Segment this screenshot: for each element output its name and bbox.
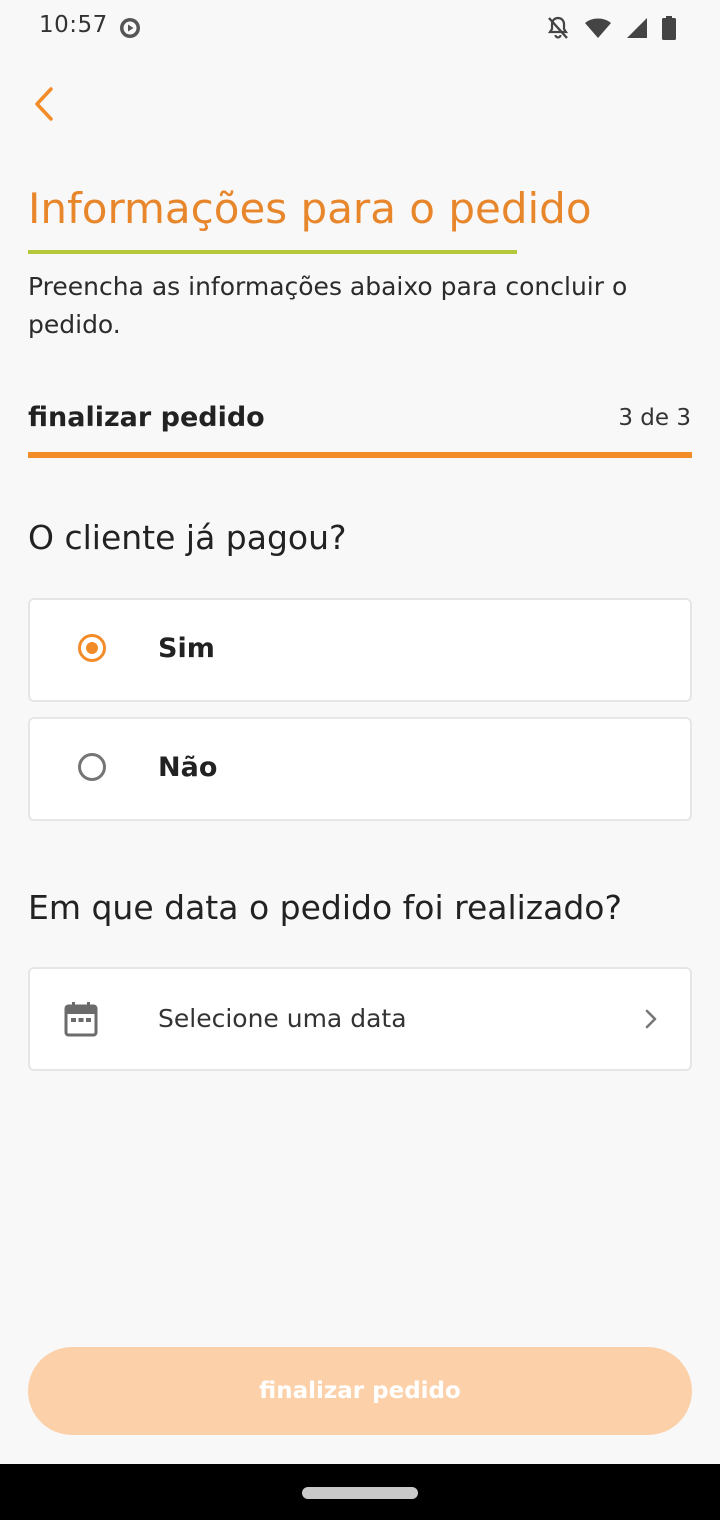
page-subtitle: Preencha as informações abaixo para conc… [28, 272, 628, 339]
calendar-icon [64, 1002, 98, 1037]
option-sim-label: Sim [158, 633, 215, 664]
signal-icon [627, 18, 647, 38]
home-handle[interactable] [302, 1487, 418, 1499]
radio-nao[interactable] [78, 753, 106, 781]
radio-sim[interactable] [78, 634, 106, 662]
chevron-right-icon [645, 1009, 657, 1029]
progress-fill [28, 452, 692, 458]
status-bar: 10:57 [0, 0, 720, 56]
bell-off-icon [547, 16, 569, 39]
payment-question: O cliente já pagou? [28, 518, 347, 557]
date-picker[interactable]: Selecione uma data [28, 967, 692, 1071]
back-button[interactable] [20, 80, 68, 128]
progress-bar [28, 452, 692, 458]
date-question: Em que data o pedido foi realizado? [28, 888, 622, 927]
step-label: finalizar pedido [28, 402, 265, 433]
wifi-icon [585, 18, 611, 38]
date-placeholder: Selecione uma data [158, 1004, 407, 1033]
finalize-order-button[interactable]: finalizar pedido [28, 1347, 692, 1435]
status-icons [546, 15, 676, 41]
status-time: 10:57 [39, 12, 108, 38]
battery-icon [662, 16, 676, 40]
option-sim[interactable]: Sim [28, 598, 692, 702]
step-counter: 3 de 3 [618, 405, 691, 431]
title-underline [28, 250, 517, 254]
play-icon [120, 18, 140, 38]
chevron-left-icon [35, 87, 53, 121]
option-nao-label: Não [158, 752, 218, 783]
system-nav-bar [0, 1464, 720, 1520]
page-title: Informações para o pedido [28, 184, 592, 233]
option-nao[interactable]: Não [28, 717, 692, 821]
